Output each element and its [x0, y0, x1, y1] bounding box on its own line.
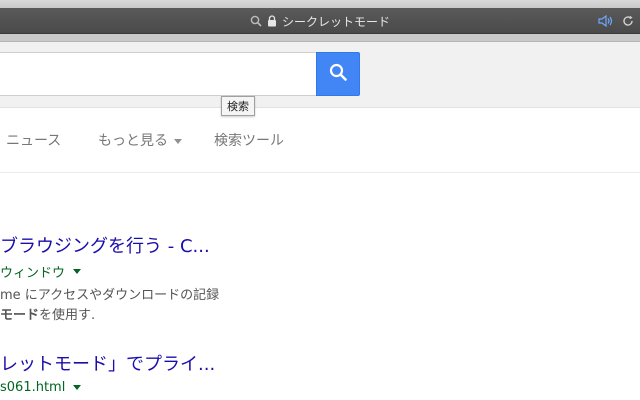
- result-title-link[interactable]: ブラウジングを行う - C...: [0, 232, 640, 258]
- result-snippet: me にアクセスやダウンロードの記録 モードを使用す.: [0, 286, 640, 326]
- chevron-down-icon[interactable]: [73, 385, 82, 390]
- tab-search-tools[interactable]: 検索ツール: [214, 130, 284, 150]
- search-button-tooltip: 検索: [221, 96, 255, 116]
- tab-search-tools-label: 検索ツール: [214, 133, 284, 149]
- address-bar[interactable]: シークレットモード: [0, 8, 640, 34]
- tab-news-label: ニュース: [6, 133, 62, 149]
- result-url-text: ウィンドウ: [0, 266, 66, 281]
- address-label: シークレットモード: [281, 14, 390, 29]
- toolbar-divider: [0, 34, 640, 42]
- address-center: シークレットモード: [0, 8, 640, 34]
- result-url: ウィンドウ: [0, 262, 640, 281]
- search-icon: [250, 15, 262, 27]
- tab-news[interactable]: ニュース: [6, 130, 61, 150]
- result-url: s061.html: [0, 380, 640, 395]
- address-right-controls: [598, 8, 634, 34]
- chevron-down-icon[interactable]: [73, 269, 82, 274]
- snippet-highlight: モード: [0, 308, 40, 323]
- window-top-edge: [0, 0, 640, 8]
- search-input[interactable]: [0, 52, 316, 96]
- tab-more-label: もっと見る: [98, 133, 168, 149]
- chevron-down-icon: [174, 138, 182, 144]
- search-result: ブラウジングを行う - C... ウィンドウ me にアクセスやダウンロードの記…: [0, 232, 640, 326]
- snippet-text: を使用す.: [39, 308, 96, 323]
- search-icon: [329, 63, 347, 85]
- reload-icon[interactable]: [622, 12, 634, 31]
- lock-icon: [267, 15, 277, 27]
- result-title-link[interactable]: レットモード」でプライ...: [0, 350, 640, 376]
- search-result: レットモード」でプライ... s061.html: [0, 350, 640, 395]
- snippet-line: me にアクセスやダウンロードの記録: [0, 288, 220, 303]
- snippet-line: モードを使用す.: [0, 306, 640, 326]
- speaker-icon[interactable]: [598, 12, 614, 31]
- search-tabs: ニュース もっと見る 検索ツール: [0, 108, 640, 173]
- tab-more[interactable]: もっと見る: [98, 130, 182, 150]
- search-button[interactable]: [316, 52, 360, 96]
- search-header: [0, 42, 640, 108]
- result-url-text: s061.html: [0, 380, 66, 395]
